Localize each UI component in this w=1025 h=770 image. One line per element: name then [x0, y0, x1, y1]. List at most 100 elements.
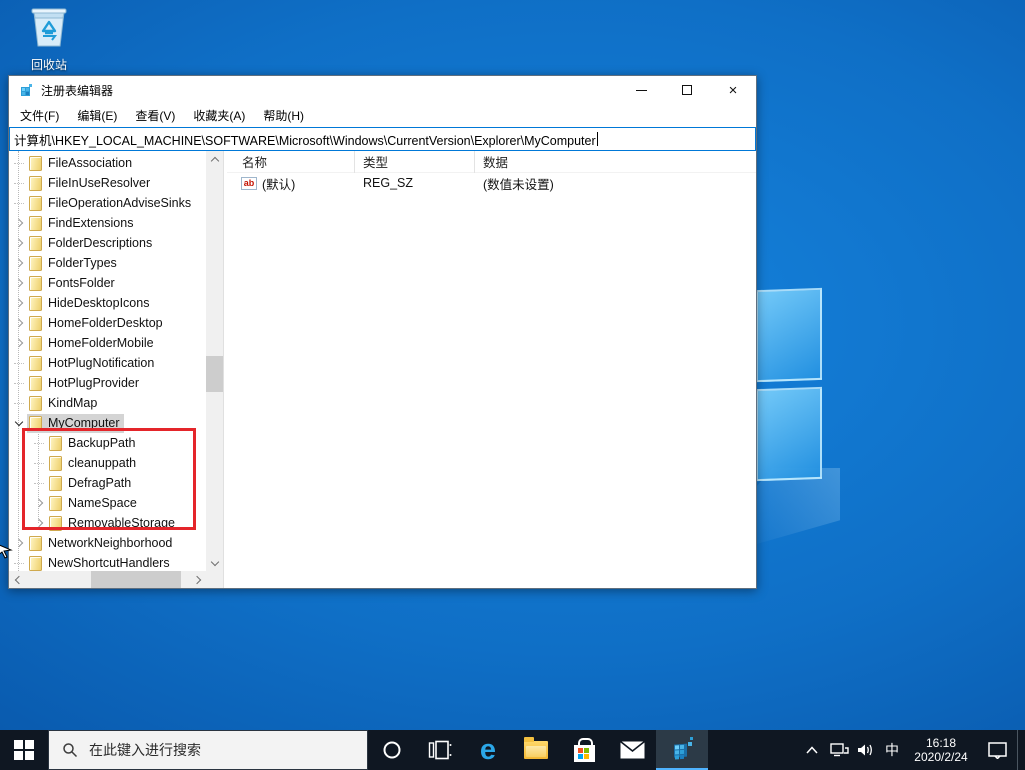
- chevron-right-icon[interactable]: [11, 213, 27, 233]
- tree-item-FindExtensions[interactable]: FindExtensions: [9, 213, 206, 233]
- show-desktop-button[interactable]: [1017, 730, 1025, 770]
- registry-key-icon: [29, 175, 42, 191]
- microsoft-store-icon: [573, 737, 595, 762]
- chevron-right-icon[interactable]: [11, 333, 27, 353]
- tree-item-DefragPath[interactable]: DefragPath: [9, 473, 206, 493]
- search-placeholder: 在此键入进行搜索: [89, 742, 201, 758]
- registry-key-icon: [29, 275, 42, 291]
- tree-item-label: FolderTypes: [48, 256, 117, 270]
- recycle-bin-shortcut[interactable]: 回收站: [10, 2, 88, 73]
- chevron-down-icon[interactable]: [11, 413, 27, 433]
- taskbar-clock[interactable]: 16:18 2020/2/24: [905, 730, 977, 770]
- cortana-icon: [383, 741, 401, 759]
- column-header-0[interactable]: 名称: [227, 150, 355, 173]
- registry-key-icon: [49, 435, 62, 451]
- tree-item-HotPlugProvider[interactable]: HotPlugProvider: [9, 373, 206, 393]
- volume-tray-button[interactable]: [853, 730, 879, 770]
- ime-indicator[interactable]: 中: [879, 730, 905, 770]
- show-hidden-icons-button[interactable]: [798, 730, 826, 770]
- minimize-button[interactable]: [618, 76, 664, 104]
- mail-taskbar-button[interactable]: [608, 730, 656, 770]
- tree-item-HomeFolderDesktop[interactable]: HomeFolderDesktop: [9, 313, 206, 333]
- window-title: 注册表编辑器: [41, 83, 114, 98]
- taskbar-search-box[interactable]: 在此键入进行搜索: [48, 730, 368, 770]
- menu-item-2[interactable]: 查看(V): [126, 104, 184, 127]
- window-body: FileAssociation FileInUseResolver FileOper…: [9, 150, 756, 588]
- scroll-up-icon[interactable]: [206, 151, 223, 168]
- close-button[interactable]: ×: [710, 76, 756, 104]
- chevron-right-icon[interactable]: [11, 293, 27, 313]
- recycle-bin-icon: [31, 8, 67, 47]
- file-explorer-taskbar-button[interactable]: [512, 730, 560, 770]
- tree-item-content: FileOperationAdviseSinks: [27, 194, 195, 213]
- tree-item-KindMap[interactable]: KindMap: [9, 393, 206, 413]
- menu-item-0[interactable]: 文件(F): [11, 104, 68, 127]
- tree-item-label: KindMap: [48, 396, 98, 410]
- scroll-right-icon[interactable]: [189, 571, 206, 588]
- store-taskbar-button[interactable]: [560, 730, 608, 770]
- mouse-cursor: [0, 544, 13, 559]
- tree-item-content: HotPlugProvider: [27, 374, 143, 393]
- chevron-right-icon[interactable]: [31, 493, 47, 513]
- horizontal-scroll-thumb[interactable]: [91, 571, 181, 588]
- scroll-left-icon[interactable]: [9, 571, 26, 588]
- regedit-taskbar-button[interactable]: [656, 730, 708, 770]
- tree-item-HomeFolderMobile[interactable]: HomeFolderMobile: [9, 333, 206, 353]
- column-header-1[interactable]: 类型: [355, 150, 475, 173]
- tree-item-FileAssociation[interactable]: FileAssociation: [9, 153, 206, 173]
- registry-editor-window: 注册表编辑器 × 文件(F) 编辑(E) 查看(V) 收藏夹(A) 帮助(H) 计算机\…: [8, 75, 757, 589]
- tree-item-HotPlugNotification[interactable]: HotPlugNotification: [9, 353, 206, 373]
- tree-vertical-scrollbar[interactable]: [206, 151, 223, 571]
- edge-taskbar-button[interactable]: e: [464, 730, 512, 770]
- tree-item-content: FontsFolder: [27, 274, 119, 293]
- tree-item-FolderDescriptions[interactable]: FolderDescriptions: [9, 233, 206, 253]
- registry-key-icon: [29, 335, 42, 351]
- tree-item-MyComputer[interactable]: MyComputer: [9, 413, 206, 433]
- list-column-headers: 名称 类型 数据: [227, 150, 756, 173]
- tree-connector: [11, 153, 27, 173]
- registry-key-icon: [29, 535, 42, 551]
- tree-item-cleanuppath[interactable]: cleanuppath: [9, 453, 206, 473]
- tree-item-FontsFolder[interactable]: FontsFolder: [9, 273, 206, 293]
- tree-connector: [31, 453, 47, 473]
- tree-item-BackupPath[interactable]: BackupPath: [9, 433, 206, 453]
- tree-item-FileOperationAdviseSinks[interactable]: FileOperationAdviseSinks: [9, 193, 206, 213]
- tree-item-label: HotPlugProvider: [48, 376, 140, 390]
- address-text: 计算机\HKEY_LOCAL_MACHINE\SOFTWARE\Microsof…: [14, 133, 596, 148]
- registry-key-icon: [29, 375, 42, 391]
- action-center-button[interactable]: [977, 730, 1017, 770]
- menu-item-4[interactable]: 帮助(H): [254, 104, 313, 127]
- registry-key-icon: [49, 495, 62, 511]
- menu-item-3[interactable]: 收藏夹(A): [184, 104, 254, 127]
- menu-item-1[interactable]: 编辑(E): [68, 104, 126, 127]
- address-bar[interactable]: 计算机\HKEY_LOCAL_MACHINE\SOFTWARE\Microsof…: [9, 127, 756, 151]
- network-icon: [830, 743, 849, 757]
- chevron-right-icon[interactable]: [11, 313, 27, 333]
- tree-item-FolderTypes[interactable]: FolderTypes: [9, 253, 206, 273]
- system-tray: 中 16:18 2020/2/24: [798, 730, 1025, 770]
- start-button[interactable]: [0, 730, 48, 770]
- chevron-right-icon[interactable]: [11, 273, 27, 293]
- chevron-right-icon[interactable]: [31, 513, 47, 533]
- tree-horizontal-scrollbar[interactable]: [9, 571, 206, 588]
- vertical-scroll-thumb[interactable]: [206, 356, 223, 392]
- cortana-button[interactable]: [368, 730, 416, 770]
- tree-item-RemovableStorage[interactable]: RemovableStorage: [9, 513, 206, 533]
- tree-item-NewShortcutHandlers[interactable]: NewShortcutHandlers: [9, 553, 206, 571]
- chevron-right-icon[interactable]: [11, 233, 27, 253]
- registry-key-icon: [29, 155, 42, 171]
- network-tray-button[interactable]: [826, 730, 853, 770]
- column-header-2[interactable]: 数据: [475, 151, 756, 173]
- tree-item-FileInUseResolver[interactable]: FileInUseResolver: [9, 173, 206, 193]
- registry-key-icon: [29, 195, 42, 211]
- chevron-right-icon[interactable]: [11, 253, 27, 273]
- maximize-button[interactable]: [664, 76, 710, 104]
- tree-item-NameSpace[interactable]: NameSpace: [9, 493, 206, 513]
- task-view-button[interactable]: [416, 730, 464, 770]
- tree-item-label: NewShortcutHandlers: [48, 556, 170, 570]
- tree-item-NetworkNeighborhood[interactable]: NetworkNeighborhood: [9, 533, 206, 553]
- title-bar[interactable]: 注册表编辑器 ×: [9, 76, 756, 104]
- value-row[interactable]: ab (默认) REG_SZ (数值未设置): [227, 173, 756, 193]
- tree-item-HideDesktopIcons[interactable]: HideDesktopIcons: [9, 293, 206, 313]
- scroll-down-icon[interactable]: [206, 554, 223, 571]
